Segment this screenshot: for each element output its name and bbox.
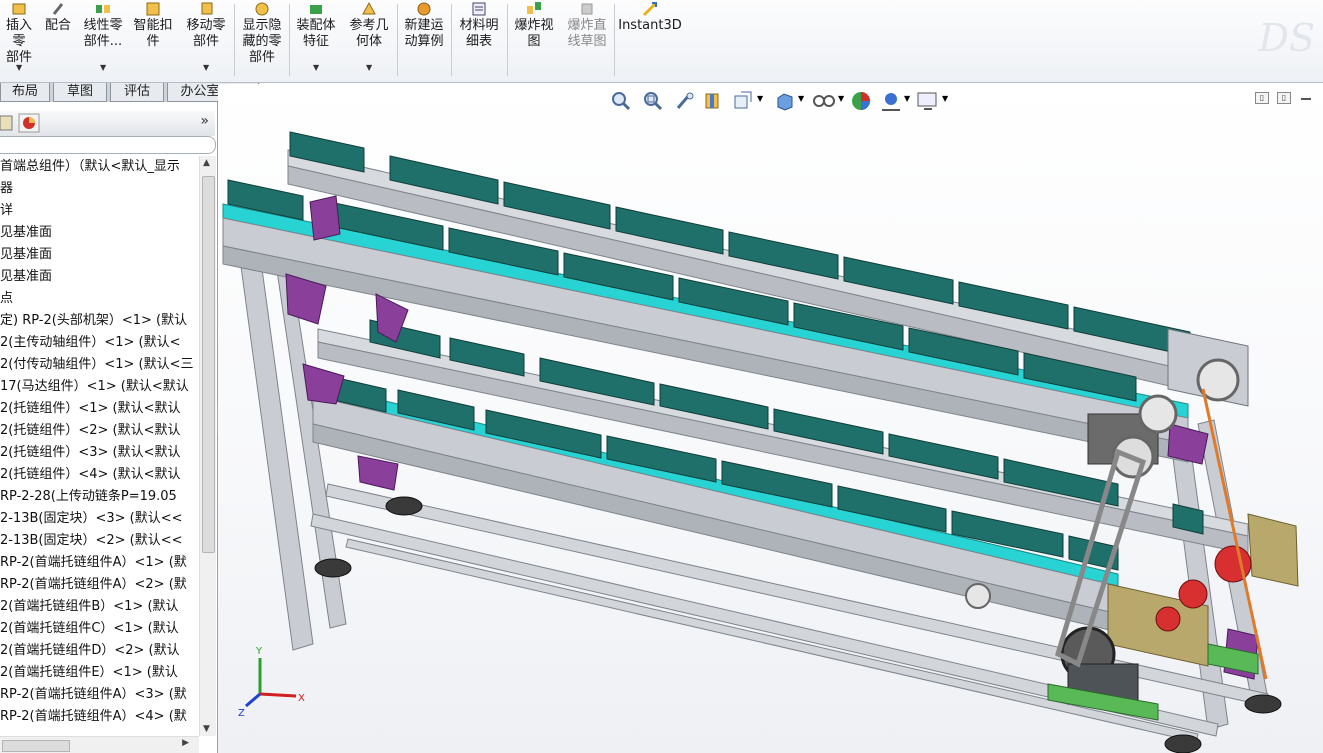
show-hidden-icon <box>255 2 269 16</box>
toolbar-divider <box>234 4 235 76</box>
triad-x-label: X <box>298 693 305 704</box>
tree-item[interactable]: 2(首端托链组件E）<1> (默认 <box>0 662 178 684</box>
tab-sketch[interactable]: 草图 <box>53 83 107 102</box>
toolbar-divider <box>507 4 508 76</box>
exploded-view-icon <box>527 2 541 14</box>
tree-item[interactable]: 定) RP-2(头部机架）<1> (默认 <box>0 310 187 332</box>
assembly-feature-button[interactable]: 装配体 特征 ▼ <box>292 0 340 80</box>
tab-layout[interactable]: 布局 <box>0 83 50 102</box>
tree-item[interactable]: 首端总组件）（默认<默认_显示 <box>0 156 180 178</box>
tree-item[interactable]: 点 <box>0 288 13 310</box>
reference-geometry-button[interactable]: 参考几 何体 ▼ <box>344 0 394 80</box>
tree-item[interactable]: 见基准面 <box>0 222 52 244</box>
display-manager-icon[interactable] <box>18 113 40 133</box>
scroll-right-icon[interactable]: ▶ <box>182 738 189 748</box>
move-component-button[interactable]: 移动零 部件 ▼ <box>182 0 230 80</box>
tree-horizontal-scrollbar[interactable]: ▶ <box>0 736 199 753</box>
tree-item[interactable]: RP-2(首端托链组件A）<2> (默 <box>0 574 187 596</box>
exploded-view-button[interactable]: 爆炸视 图 <box>510 0 558 80</box>
expand-panel-icon[interactable]: » <box>200 113 209 129</box>
tree-item[interactable]: RP-2-28(上传动链条P=19.05 <box>0 486 177 508</box>
scrollbar-thumb[interactable] <box>2 740 70 752</box>
tree-item[interactable]: RP-2(首端托链组件A）<1> (默 <box>0 552 187 574</box>
tree-vertical-scrollbar[interactable]: ▲ ▼ <box>199 156 216 736</box>
triad-x-axis <box>259 692 297 698</box>
graphics-viewport[interactable]: ▼ ▼ ▼ ▼ ▼ ▯ ▯ Y X Z <box>218 84 1323 753</box>
tree-item[interactable]: 2(托链组件）<2> (默认<默认 <box>0 420 181 442</box>
mate-icon <box>52 3 64 15</box>
tree-item[interactable]: 2(托链组件）<4> (默认<默认 <box>0 464 181 486</box>
tree-item[interactable]: RP-2(首端托链组件A）<4> (默 <box>0 706 187 728</box>
mate-button[interactable]: 配合 <box>40 0 76 80</box>
command-manager-toolbar: 插入零 部件 ▼ 配合 线性零 部件... ▼ 智能扣 件 移动零 部件 ▼ 显… <box>0 0 1323 83</box>
toolbar-divider <box>289 4 290 76</box>
tree-item[interactable]: 2(托链组件）<3> (默认<默认 <box>0 442 181 464</box>
scroll-down-icon[interactable]: ▼ <box>203 724 210 734</box>
tree-item[interactable]: 2(首端托链组件B）<1> (默认 <box>0 596 179 618</box>
instant3d-icon <box>642 1 658 17</box>
feature-tree: 首端总组件）（默认<默认_显示器详见基准面 见基准面 见基准面点定) RP-2(头部… <box>0 156 199 736</box>
triad-y-label: Y <box>255 646 263 657</box>
assembly-feature-icon <box>310 5 322 14</box>
tree-item[interactable]: 2(付传动轴组件）<1> (默认<三 <box>0 354 194 376</box>
chevron-down-icon[interactable]: ▼ <box>100 60 106 76</box>
tree-item[interactable]: 2(首端托链组件C）<1> (默认 <box>0 618 179 640</box>
scroll-up-icon[interactable]: ▲ <box>203 158 210 168</box>
tree-filter-input[interactable] <box>0 136 216 154</box>
property-manager-icon[interactable] <box>0 114 14 132</box>
toolbar-divider <box>451 4 452 76</box>
coordinate-triad: Y X Z <box>238 646 305 719</box>
panel-header: » <box>0 110 215 136</box>
bill-of-materials-button[interactable]: 材料明 细表 <box>454 0 504 80</box>
scrollbar-thumb[interactable] <box>202 176 215 553</box>
tree-item[interactable]: 2(托链组件）<1> (默认<默认 <box>0 398 181 420</box>
linear-pattern-button[interactable]: 线性零 部件... ▼ <box>80 0 126 80</box>
tree-item[interactable]: 器 <box>0 178 13 200</box>
smart-fastener-icon <box>146 2 160 16</box>
tree-item[interactable]: 17(马达组件）<1> (默认<默认 <box>0 376 189 398</box>
triad-z-axis <box>245 692 261 708</box>
tab-evaluate[interactable]: 评估 <box>110 83 164 102</box>
insert-component-icon <box>12 3 26 15</box>
tree-item[interactable]: RP-2(首端托链组件A）<3> (默 <box>0 684 187 706</box>
linear-pattern-icon <box>96 5 110 13</box>
tree-item[interactable]: 2(主传动轴组件）<1> (默认< <box>0 332 181 354</box>
chevron-down-icon[interactable]: ▼ <box>313 60 319 76</box>
chevron-down-icon[interactable]: ▼ <box>366 60 372 76</box>
triad-z-label: Z <box>238 708 245 719</box>
explode-line-sketch-icon <box>581 3 593 15</box>
new-motion-study-icon <box>417 2 431 16</box>
explode-line-sketch-button[interactable]: 爆炸直 线草图 <box>562 0 612 80</box>
chevron-down-icon[interactable]: ▼ <box>16 60 22 76</box>
conveyor-assembly-model[interactable] <box>218 84 1323 753</box>
toolbar-divider <box>397 4 398 76</box>
tree-item[interactable]: 2-13B(固定块）<2> (默认<< <box>0 530 183 552</box>
toolbar-divider <box>614 4 615 76</box>
tree-item[interactable]: 2-13B(固定块）<3> (默认<< <box>0 508 183 530</box>
instant3d-button[interactable]: Instant3D <box>617 0 683 80</box>
tree-item[interactable]: 详 <box>0 200 13 222</box>
move-component-icon <box>201 2 213 15</box>
chevron-down-icon[interactable]: ▼ <box>203 60 209 76</box>
insert-component-button[interactable]: 插入零 部件 ▼ <box>0 0 38 80</box>
new-motion-study-button[interactable]: 新建运 动算例 <box>400 0 448 80</box>
smart-fastener-button[interactable]: 智能扣 件 <box>130 0 176 80</box>
tree-item[interactable]: 见基准面 <box>0 266 52 288</box>
tree-item[interactable]: 2(首端托链组件D）<2> (默认 <box>0 640 180 662</box>
solidworks-logo: DS <box>1258 16 1316 60</box>
tree-item[interactable]: 见基准面 <box>0 244 52 266</box>
show-hidden-components-button[interactable]: 显示隐 藏的零 部件 <box>238 0 286 80</box>
feature-manager-panel: » 首端总组件）（默认<默认_显示器详见基准面 见基准面 见基准面点定) RP-2(… <box>0 102 218 753</box>
bom-icon <box>472 2 486 16</box>
reference-geometry-icon <box>362 1 376 15</box>
